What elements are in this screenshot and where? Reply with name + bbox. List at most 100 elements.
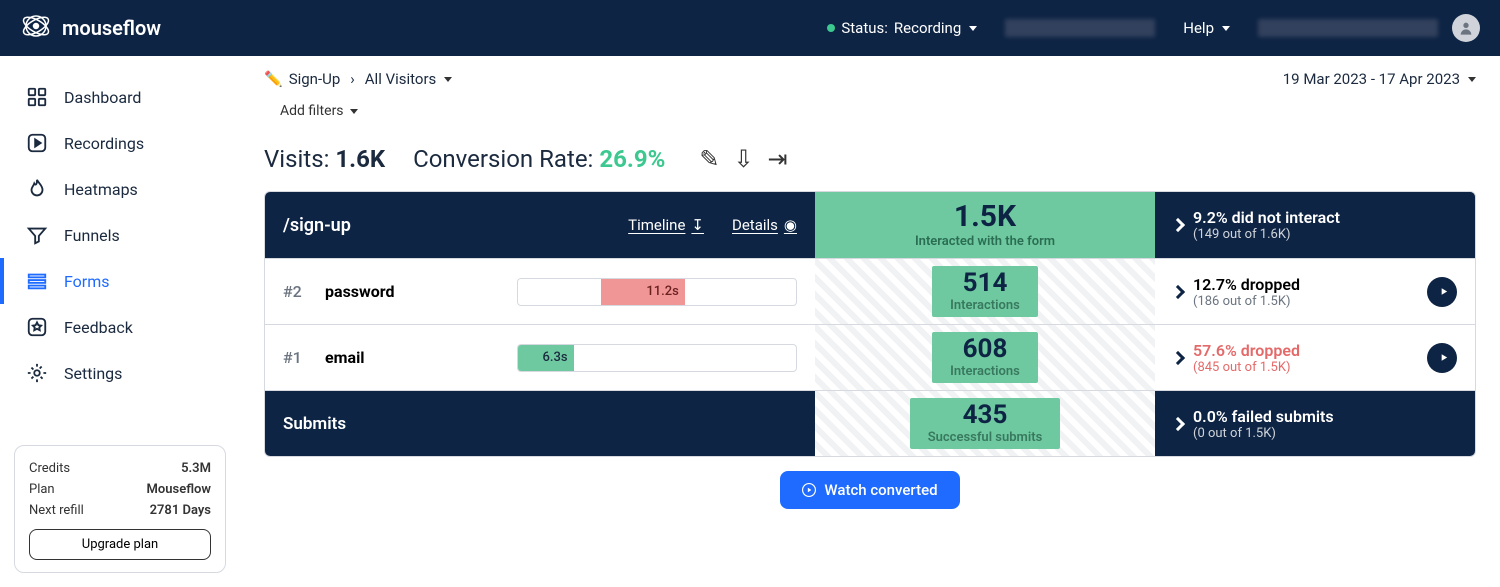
interacted-label: Interacted with the form [915,234,1055,249]
brand-logo[interactable]: mouseflow [20,10,161,46]
main-content: ✏️ Sign-Up › All Visitors 19 Mar 2023 - … [240,56,1500,587]
logo-icon [20,10,52,46]
form-field-row: #2 password 11.2s 514 Interactions 12.7%… [265,258,1475,324]
help-label: Help [1183,19,1214,37]
nav-label: Recordings [64,134,144,153]
sidebar: Dashboard Recordings Heatmaps Funnels Fo… [0,56,240,587]
chevron-right-icon [1171,284,1185,298]
field-drop-line: 12.7% dropped [1193,275,1300,294]
flame-icon [26,178,48,200]
top-header: mouseflow Status: Recording Help [0,0,1500,56]
interacted-count: 1.5K [954,202,1016,232]
help-dropdown[interactable]: Help [1183,19,1230,37]
redacted-text [1258,19,1438,37]
field-name: password [325,282,395,301]
watch-converted-label: Watch converted [824,481,937,499]
field-rank: #2 [283,282,307,301]
chevron-down-icon [350,109,358,114]
play-recordings-button[interactable] [1427,343,1457,373]
visits-value: 1.6K [335,145,385,173]
submits-count: 435 [928,402,1043,428]
field-interactions-count: 608 [950,336,1020,362]
field-interactions-label: Interactions [950,298,1020,313]
not-interact-line: 9.2% did not interact [1193,208,1340,227]
timeline-fill: 11.2s [601,279,684,305]
chevron-down-icon [1468,77,1476,82]
nav-dashboard[interactable]: Dashboard [0,74,240,120]
submits-sublabel: Successful submits [928,430,1043,445]
grid-icon [26,86,48,108]
watch-converted-button[interactable]: Watch converted [780,471,959,509]
status-label: Status: [841,19,888,37]
form-path: /sign-up [283,215,351,236]
details-toggle[interactable]: Details ◉ [732,216,797,234]
field-interactions-count: 514 [950,270,1020,296]
user-icon [1458,20,1474,36]
upgrade-plan-button[interactable]: Upgrade plan [29,529,211,560]
timeline-label-text: Timeline [628,216,685,234]
account-name[interactable] [1258,19,1438,37]
nav-label: Dashboard [64,88,141,107]
submits-label: Submits [283,414,346,434]
conversion-label: Conversion Rate: [413,145,593,173]
credits-value: 5.3M [181,461,211,476]
timeline-bar: 6.3s [517,344,797,372]
field-rank: #1 [283,348,307,367]
failed-submits-line: 0.0% failed submits [1193,407,1334,426]
status-dropdown[interactable]: Status: Recording [827,19,977,37]
nav-recordings[interactable]: Recordings [0,120,240,166]
download-icon[interactable]: ⇩ [733,145,753,173]
form-icon [26,270,48,292]
nav-funnels[interactable]: Funnels [0,212,240,258]
chevron-down-icon [444,77,452,82]
status-value: Recording [894,19,961,37]
field-interactions-label: Interactions [950,364,1020,379]
export-icon[interactable]: ⇥ [768,145,788,173]
nav-label: Forms [64,272,110,291]
chevron-right-icon [1171,218,1185,232]
nav-feedback[interactable]: Feedback [0,304,240,350]
website-selector[interactable] [1005,19,1155,37]
not-interact-sub: (149 out of 1.6K) [1193,227,1340,242]
nav-label: Settings [64,364,122,383]
refill-value: 2781 Days [150,503,211,518]
nav-label: Feedback [64,318,133,337]
gear-icon [26,362,48,384]
nav-label: Funnels [64,226,120,245]
star-badge-icon [26,316,48,338]
segment-label: All Visitors [365,70,437,88]
status-dot-icon [827,24,835,32]
play-recordings-button[interactable] [1427,277,1457,307]
form-field-row: #1 email 6.3s 608 Interactions 57.6% dro… [265,324,1475,390]
date-range-picker[interactable]: 19 Mar 2023 - 17 Apr 2023 [1283,70,1476,88]
timeline-fill: 6.3s [518,345,574,371]
add-filters-button[interactable]: Add filters [280,103,358,119]
segment-dropdown[interactable]: All Visitors [365,70,453,88]
breadcrumb-separator: › [350,70,355,88]
refill-label: Next refill [29,503,84,518]
add-filters-label: Add filters [280,103,344,119]
breadcrumb-form[interactable]: ✏️ Sign-Up [264,70,340,88]
nav-settings[interactable]: Settings [0,350,240,396]
credits-label: Credits [29,461,70,476]
play-circle-icon [802,483,816,497]
form-report-table: /sign-up Timeline ↧ Details ◉ 1.5K [264,191,1476,457]
visits-label: Visits: [264,145,329,173]
plan-label: Plan [29,482,55,497]
chevron-down-icon [1222,26,1230,31]
funnel-icon [26,224,48,246]
gauge-icon: ◉ [784,216,797,234]
nav-heatmaps[interactable]: Heatmaps [0,166,240,212]
avatar[interactable] [1452,14,1480,42]
sort-icon: ↧ [691,216,704,234]
chevron-right-icon [1171,416,1185,430]
play-square-icon [26,132,48,154]
edit-icon[interactable]: ✎ [699,145,719,173]
form-footer-row: Submits 435 Successful submits 0.0% fail… [265,390,1475,456]
metrics-bar: Visits: 1.6K Conversion Rate: 26.9% ✎ ⇩ … [264,145,1476,173]
field-drop-sub: (186 out of 1.5K) [1193,294,1300,309]
timeline-toggle[interactable]: Timeline ↧ [628,216,704,234]
redacted-text [1005,19,1155,37]
nav-forms[interactable]: Forms [0,258,240,304]
date-range-label: 19 Mar 2023 - 17 Apr 2023 [1283,70,1460,88]
